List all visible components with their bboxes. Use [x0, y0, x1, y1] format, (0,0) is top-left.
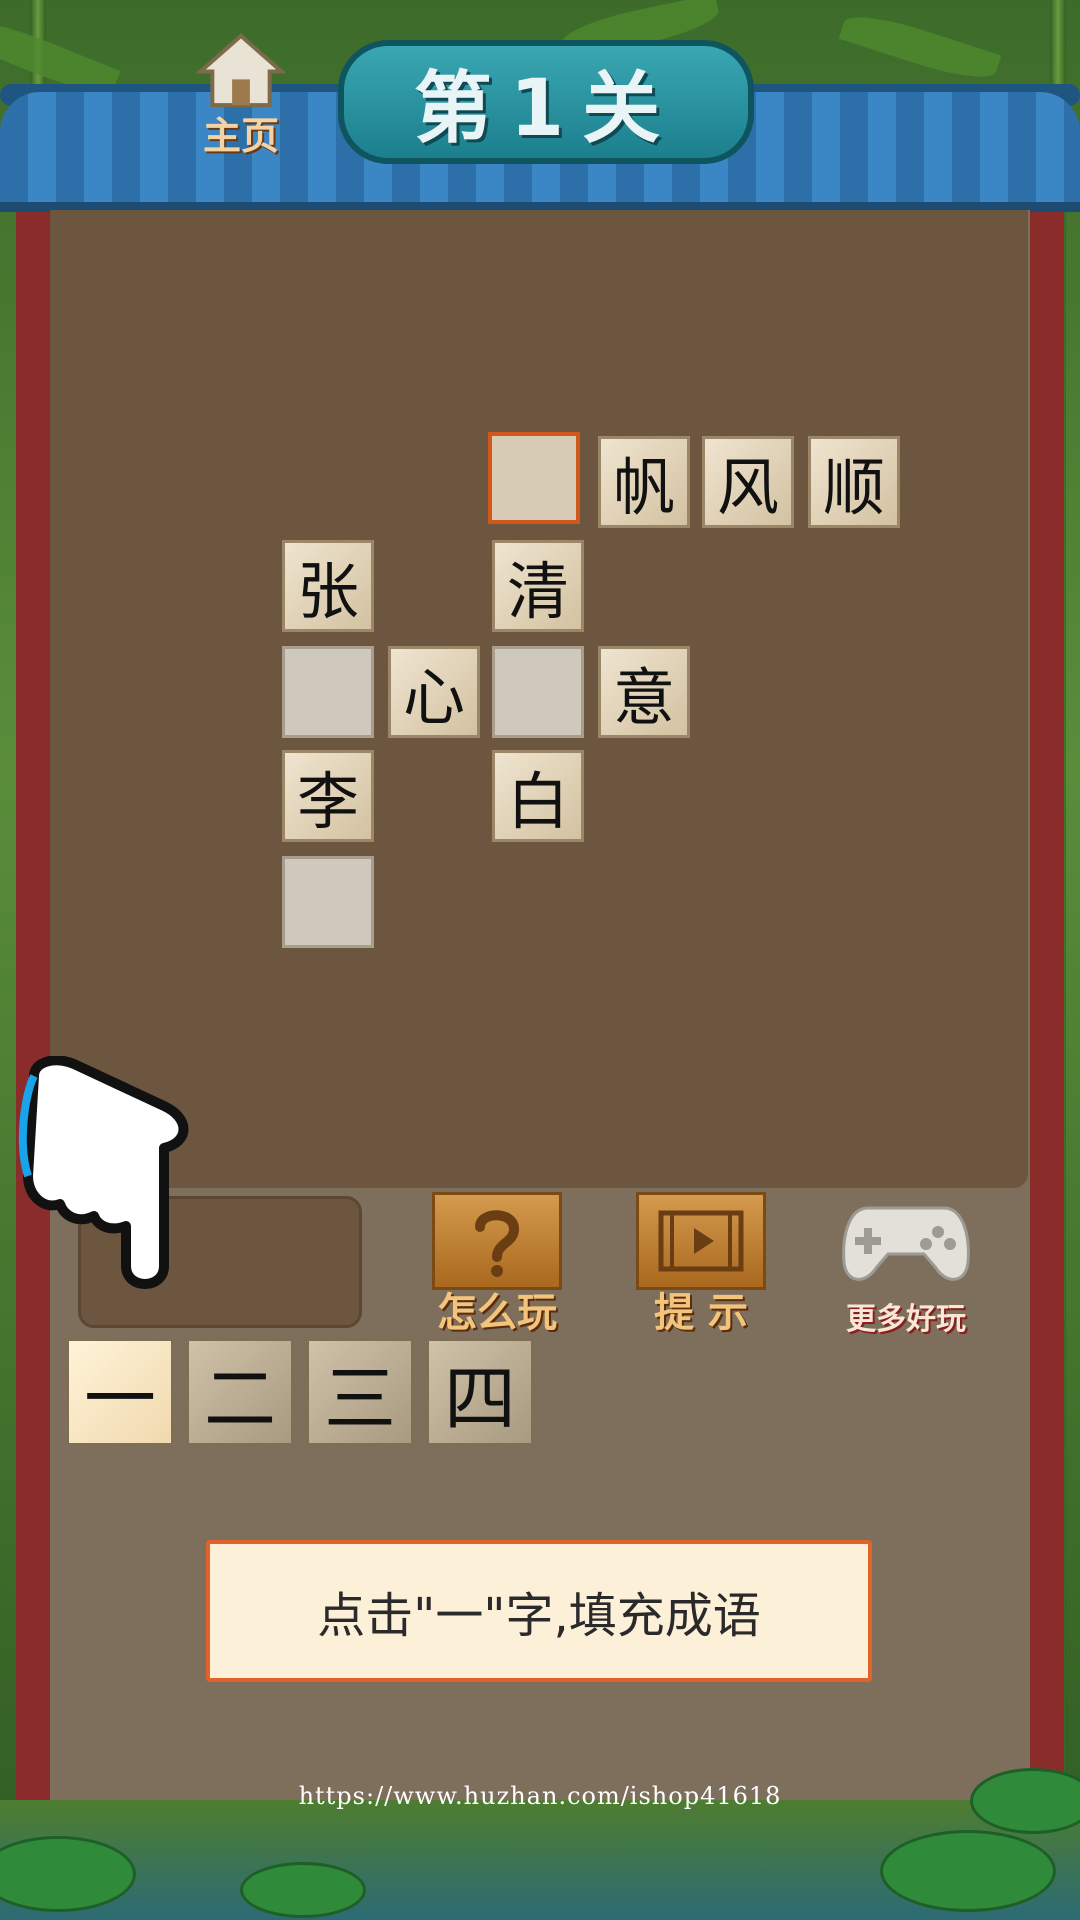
puzzle-cell[interactable]: 风	[702, 436, 794, 528]
hint-label: 提 示	[654, 1290, 748, 1336]
pointing-hand-icon	[18, 1056, 189, 1289]
puzzle-cell[interactable]: 意	[598, 646, 690, 738]
lily-pad	[240, 1862, 366, 1918]
how-to-play-label: 怎么玩	[437, 1290, 557, 1336]
home-button[interactable]: 主页	[186, 30, 296, 160]
more-games-button[interactable]: 更多好玩	[838, 1198, 974, 1338]
puzzle-cell[interactable]	[282, 856, 374, 948]
gamepad-icon	[842, 1206, 970, 1281]
question-icon	[432, 1192, 562, 1290]
puzzle-cell[interactable]	[282, 646, 374, 738]
puzzle-cell[interactable]	[488, 432, 580, 524]
more-games-label: 更多好玩	[846, 1302, 966, 1337]
video-hint-icon	[636, 1192, 766, 1290]
home-label: 主页	[202, 114, 279, 158]
option-char[interactable]: 四	[426, 1338, 534, 1446]
puzzle-cell[interactable]	[492, 646, 584, 738]
home-icon	[196, 33, 286, 108]
puzzle-cell[interactable]: 李	[282, 750, 374, 842]
option-char[interactable]: 三	[306, 1338, 414, 1446]
how-to-play-button[interactable]: 怎么玩	[432, 1192, 562, 1338]
lily-pad	[880, 1830, 1056, 1912]
option-char[interactable]: 二	[186, 1338, 294, 1446]
bamboo-leaf	[838, 6, 1002, 88]
watermark: https://www.huzhan.com/ishop41618	[298, 1782, 782, 1810]
option-char[interactable]: 一	[66, 1338, 174, 1446]
puzzle-cell[interactable]: 白	[492, 750, 584, 842]
hint-button[interactable]: 提 示	[636, 1192, 766, 1338]
puzzle-cell[interactable]: 帆	[598, 436, 690, 528]
level-title: 第1关	[338, 40, 754, 164]
instruction-banner: 点击"一"字,填充成语	[206, 1540, 872, 1682]
puzzle-cell[interactable]: 清	[492, 540, 584, 632]
puzzle-cell[interactable]: 顺	[808, 436, 900, 528]
puzzle-cell[interactable]: 心	[388, 646, 480, 738]
puzzle-cell[interactable]: 张	[282, 540, 374, 632]
